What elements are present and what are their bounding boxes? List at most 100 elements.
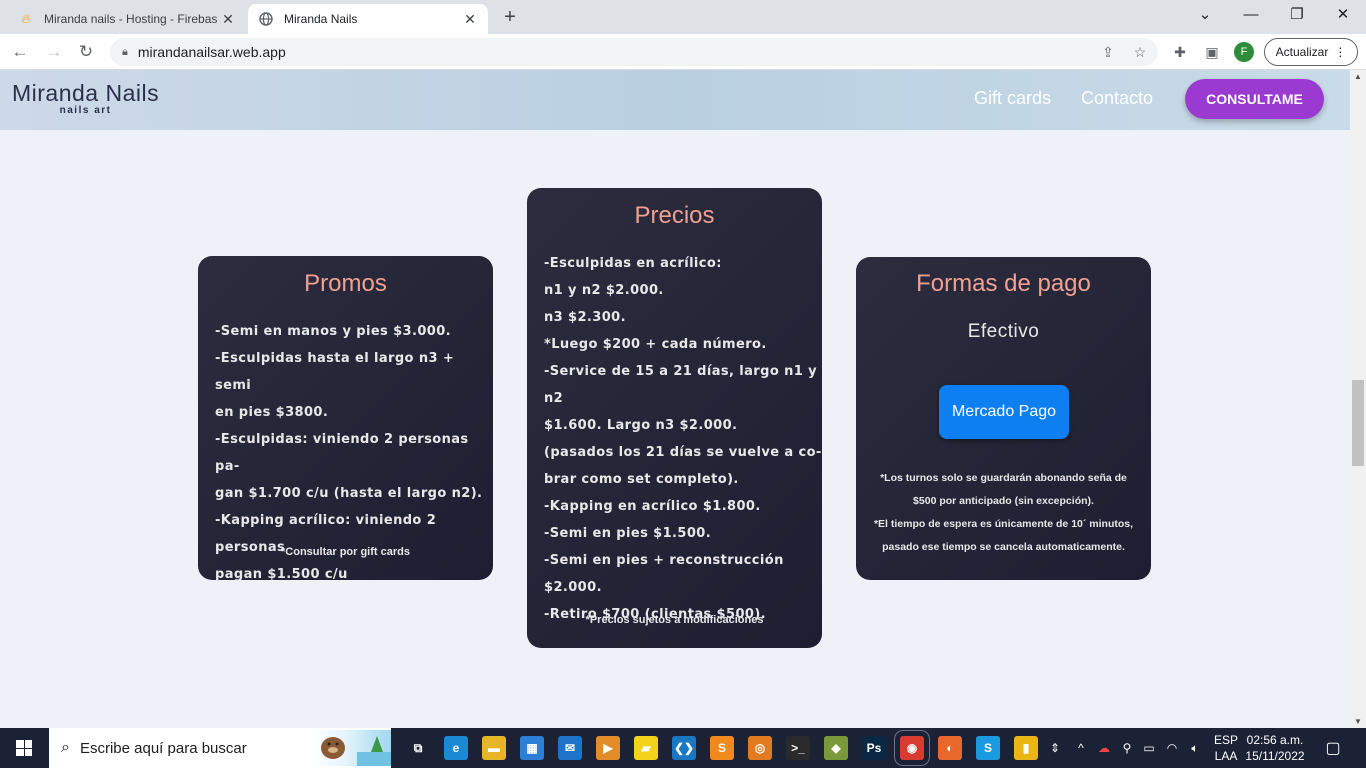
terminal-icon[interactable]: >_: [786, 736, 810, 760]
promos-title: Promos: [304, 270, 387, 297]
search-icon: ⌕: [61, 739, 70, 756]
bookmark-star-icon[interactable]: ☆: [1126, 38, 1154, 66]
address-text: mirandanailsar.web.app: [137, 44, 286, 60]
clock-time: 02:56 a.m.: [1246, 733, 1304, 747]
store-icon[interactable]: ▦: [520, 736, 544, 760]
tab-title: Miranda Nails: [284, 12, 358, 26]
taskbar-clock[interactable]: 02:56 a.m. 15/11/2022: [1244, 732, 1306, 764]
forward-button[interactable]: →: [42, 40, 66, 64]
restore-button[interactable]: ❐: [1274, 2, 1320, 30]
search-placeholder: Escribe aquí para buscar: [79, 739, 247, 757]
nav-gift-cards[interactable]: Gift cards: [974, 88, 1051, 109]
close-tab-icon[interactable]: ✕: [220, 11, 236, 28]
browser-toolbar: ← → ↻ 🔒︎ mirandanailsar.web.app ⇪ ☆ ✚ ▣ …: [0, 34, 1366, 70]
efectivo-label: Efectivo: [967, 321, 1040, 342]
precio-line: -Kapping en acrílico $1.800.: [544, 499, 761, 514]
firefox-icon[interactable]: ◐: [938, 736, 962, 760]
precio-line: n3 $2.300.: [544, 310, 626, 325]
precios-note: *Precios sujetos a modificaciones: [585, 614, 764, 626]
page-scrollbar[interactable]: ▲ ▼: [1350, 70, 1366, 728]
system-tray: ⇕ ^ ☁ ⚲ ▭ ◠ 🔈︎: [1046, 728, 1206, 768]
tab-title: Miranda nails - Hosting - Firebas: [44, 12, 218, 26]
edge-icon[interactable]: e: [444, 736, 468, 760]
promo-line: en pies $3800.: [215, 405, 329, 420]
close-window-button[interactable]: ✕: [1320, 2, 1366, 30]
more-menu-icon: ⋮: [1334, 45, 1347, 59]
close-tab-icon[interactable]: ✕: [462, 11, 478, 28]
file-explorer-icon[interactable]: ▬: [482, 736, 506, 760]
onedrive-icon[interactable]: ☁: [1092, 741, 1116, 755]
firebase-icon: 🔥︎: [21, 11, 31, 26]
share-icon[interactable]: ⇪: [1094, 38, 1122, 66]
promo-line: gan $1.700 c/u (hasta el largo n2).: [215, 486, 483, 501]
promos-note: *Consultar por gift cards: [281, 546, 410, 558]
windows-taskbar: ⌕ Escribe aquí para buscar ⧉ e ▬ ▦ ✉ ▶ ▰ ❮❯ S ◎ >_…: [0, 728, 1366, 768]
minimize-button[interactable]: —: [1228, 2, 1274, 30]
mercado-pago-button[interactable]: Mercado Pago: [939, 385, 1069, 439]
precio-line: -Esculpidas en acrílico:: [544, 256, 722, 271]
formas-de-pago-card: Formas de pago Efectivo Mercado Pago *Lo…: [856, 257, 1151, 580]
promo-line: -Semi en manos y pies $3.000.: [215, 324, 452, 339]
tab-firebase[interactable]: 🔥︎ Miranda nails - Hosting - Firebas ✕: [8, 4, 246, 34]
promos-card: Promos -Semi en manos y pies $3.000. -Es…: [198, 256, 493, 582]
pago-notes: *Los turnos solo se guardarán abonando s…: [856, 467, 1151, 559]
reload-button[interactable]: ↻: [74, 40, 98, 64]
profile-avatar[interactable]: F: [1234, 42, 1254, 62]
show-hidden-icons[interactable]: ^: [1070, 741, 1092, 755]
extensions-icon[interactable]: ✚: [1168, 40, 1192, 64]
precio-line: n1 y n2 $2.000.: [544, 283, 664, 298]
site-logo[interactable]: Miranda Nails nails art: [12, 80, 159, 116]
pago-note-line: *Los turnos solo se guardarán abonando s…: [880, 472, 1127, 484]
side-panel-icon[interactable]: ▣: [1200, 40, 1224, 64]
precio-line: (pasados los 21 días se vuelve a co-: [544, 445, 822, 460]
precios-list: -Esculpidas en acrílico: n1 y n2 $2.000.…: [544, 250, 822, 628]
tab-search-icon[interactable]: ⌄: [1182, 2, 1228, 30]
battery-icon[interactable]: ▭: [1138, 741, 1160, 755]
site-header: Miranda Nails nails art Gift cards Conta…: [0, 70, 1350, 130]
precio-line: -Semi en pies $1.500.: [544, 526, 712, 541]
tray-scroll-icon[interactable]: ⇕: [1046, 741, 1064, 755]
address-bar[interactable]: 🔒︎ mirandanailsar.web.app ⇪ ☆: [110, 38, 1158, 66]
scroll-up-icon[interactable]: ▲: [1354, 72, 1362, 81]
chrome-icon[interactable]: ◉: [894, 730, 930, 766]
git-icon[interactable]: ◆: [824, 736, 848, 760]
sticky-notes-icon[interactable]: ▰: [634, 736, 658, 760]
update-label: Actualizar: [1275, 45, 1329, 59]
promo-line: -Esculpidas hasta el largo n3 + semi: [215, 351, 455, 393]
consultame-button[interactable]: CONSULTAME: [1185, 79, 1324, 119]
lang-code: ESP: [1213, 733, 1238, 747]
new-tab-button[interactable]: +: [498, 6, 522, 30]
taskbar-search[interactable]: ⌕ Escribe aquí para buscar: [49, 728, 391, 768]
back-button[interactable]: ←: [8, 40, 32, 64]
scroll-thumb[interactable]: [1352, 380, 1364, 466]
mail-icon[interactable]: ✉: [558, 736, 582, 760]
clock-date: 15/11/2022: [1245, 749, 1305, 763]
jupyter-icon[interactable]: ◎: [748, 736, 772, 760]
photoshop-icon[interactable]: Ps: [862, 736, 886, 760]
skype-icon[interactable]: S: [976, 736, 1000, 760]
vscode-icon[interactable]: ❮❯: [672, 736, 696, 760]
sublime-icon[interactable]: S: [710, 736, 734, 760]
precio-line: $1.600. Largo n3 $2.000.: [544, 418, 738, 433]
task-view-icon[interactable]: ⧉: [406, 736, 430, 760]
volume-icon[interactable]: 🔈︎: [1184, 741, 1206, 756]
notifications-icon[interactable]: ▢: [1322, 738, 1344, 758]
start-button[interactable]: [0, 728, 48, 768]
scroll-down-icon[interactable]: ▼: [1354, 717, 1362, 726]
browser-tab-bar: 🔥︎ Miranda nails - Hosting - Firebas ✕ M…: [0, 0, 1366, 34]
media-player-icon[interactable]: ▶: [596, 736, 620, 760]
promo-line: -Esculpidas: viniendo 2 personas pa-: [215, 432, 469, 474]
lock-icon: 🔒︎: [122, 45, 128, 58]
tab-miranda-nails[interactable]: Miranda Nails ✕: [248, 4, 488, 34]
precio-line: *Luego $200 + cada número.: [544, 337, 767, 352]
globe-icon: [258, 11, 274, 27]
powerbi-icon[interactable]: ▮: [1014, 736, 1038, 760]
logo-name: Miranda Nails: [12, 80, 160, 106]
precio-line: -Service de 15 a 21 días, largo n1 y n2: [544, 364, 817, 406]
meet-now-icon[interactable]: ⚲: [1116, 741, 1138, 755]
nav-contacto[interactable]: Contacto: [1081, 88, 1153, 109]
update-button[interactable]: Actualizar ⋮: [1264, 38, 1358, 66]
windows-logo-icon: [16, 740, 32, 756]
language-indicator[interactable]: ESP LAA: [1212, 732, 1240, 764]
network-icon[interactable]: ◠: [1160, 741, 1184, 755]
